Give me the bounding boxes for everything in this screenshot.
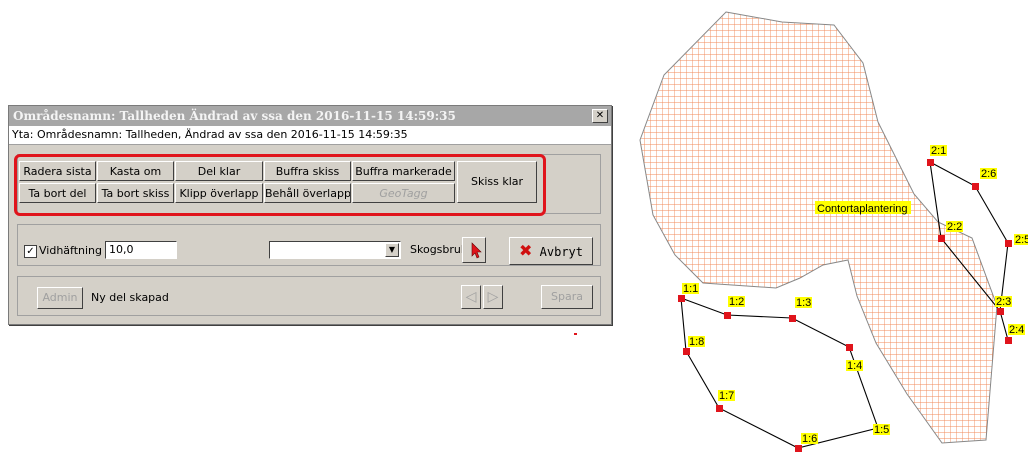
save-button[interactable]: Spara: [541, 285, 593, 309]
vertex-label-2-4: 2:4: [1009, 324, 1024, 336]
part1-labels: 1:1 1:2 1:3 1:4 1:5 1:6 1:7 1:8: [682, 283, 890, 445]
vertex-1-7[interactable]: [716, 405, 723, 412]
vertex-label-2-5: 2:5: [1015, 234, 1028, 246]
vertex-label-2-3: 2:3: [996, 296, 1011, 308]
vertex-label-2-6: 2:6: [981, 168, 996, 180]
cancel-button[interactable]: ✖ Avbryt: [509, 237, 593, 265]
vertex-label-2-1: 2:1: [931, 145, 946, 157]
vertex-1-1[interactable]: [678, 295, 685, 302]
dialog-title: Områdesnamn: Tallheden Ändrad av ssa den…: [13, 109, 456, 123]
stray-mark: [574, 333, 577, 335]
area-info: Yta: Områdesnamn: Tallheden, Ändrad av s…: [9, 126, 611, 145]
next-button[interactable]: ▷: [483, 285, 503, 309]
vertex-1-4[interactable]: [846, 344, 853, 351]
vertex-2-6[interactable]: [972, 183, 979, 190]
vertex-label-2-2: 2:2: [947, 221, 962, 233]
cancel-label: Avbryt: [539, 245, 583, 259]
vertex-label-1-5: 1:5: [874, 424, 889, 436]
map-canvas[interactable]: Contortaplantering 1:1 1:2 1:3 1:4 1:5 1…: [620, 0, 1028, 454]
status-message: Ny del skapad: [91, 291, 169, 304]
vertex-2-3[interactable]: [997, 308, 1004, 315]
admin-button[interactable]: Admin: [37, 287, 83, 309]
vertex-label-1-1: 1:1: [683, 283, 698, 295]
vertex-label-1-6: 1:6: [802, 433, 817, 445]
prev-arrow-icon: ◁: [465, 289, 477, 305]
vertex-label-1-7: 1:7: [719, 390, 734, 402]
vertex-label-1-4: 1:4: [847, 360, 862, 372]
dialog-titlebar[interactable]: Områdesnamn: Tallheden Ändrad av ssa den…: [9, 106, 611, 126]
vertex-1-2[interactable]: [724, 312, 731, 319]
forestry-pick-button[interactable]: [462, 237, 486, 263]
adhesion-label: Vidhäftning: [39, 244, 103, 257]
vertex-1-8[interactable]: [683, 348, 690, 355]
area-label: Contortaplantering: [817, 203, 908, 215]
vertex-label-1-2: 1:2: [729, 296, 744, 308]
adhesion-checkbox[interactable]: ✓: [24, 245, 37, 258]
vertex-1-3[interactable]: [789, 315, 796, 322]
vertex-2-2[interactable]: [938, 235, 945, 242]
vertex-2-4[interactable]: [1005, 337, 1012, 344]
vertex-label-1-8: 1:8: [689, 336, 704, 348]
adhesion-input[interactable]: 10,0: [105, 241, 177, 259]
close-button[interactable]: ✕: [592, 109, 608, 123]
cancel-icon: ✖: [519, 241, 533, 260]
dropdown-arrow-icon[interactable]: ▼: [385, 243, 399, 257]
category-dropdown[interactable]: ▼: [269, 241, 401, 259]
part1-vertices: [678, 295, 882, 452]
vertex-2-5[interactable]: [1005, 240, 1012, 247]
cursor-pick-icon: [471, 242, 482, 259]
vertex-2-1[interactable]: [927, 159, 934, 166]
vertex-1-6[interactable]: [795, 445, 802, 452]
next-arrow-icon: ▷: [487, 289, 499, 305]
part1-outline[interactable]: [680, 297, 879, 449]
edit-area-dialog: Områdesnamn: Tallheden Ändrad av ssa den…: [8, 105, 612, 325]
highlight-box: [14, 154, 546, 216]
vertex-label-1-3: 1:3: [796, 297, 811, 309]
prev-button[interactable]: ◁: [461, 285, 481, 309]
forest-area-polygon[interactable]: [639, 11, 998, 444]
close-icon: ✕: [595, 110, 605, 121]
checkmark-icon: ✓: [26, 246, 35, 257]
